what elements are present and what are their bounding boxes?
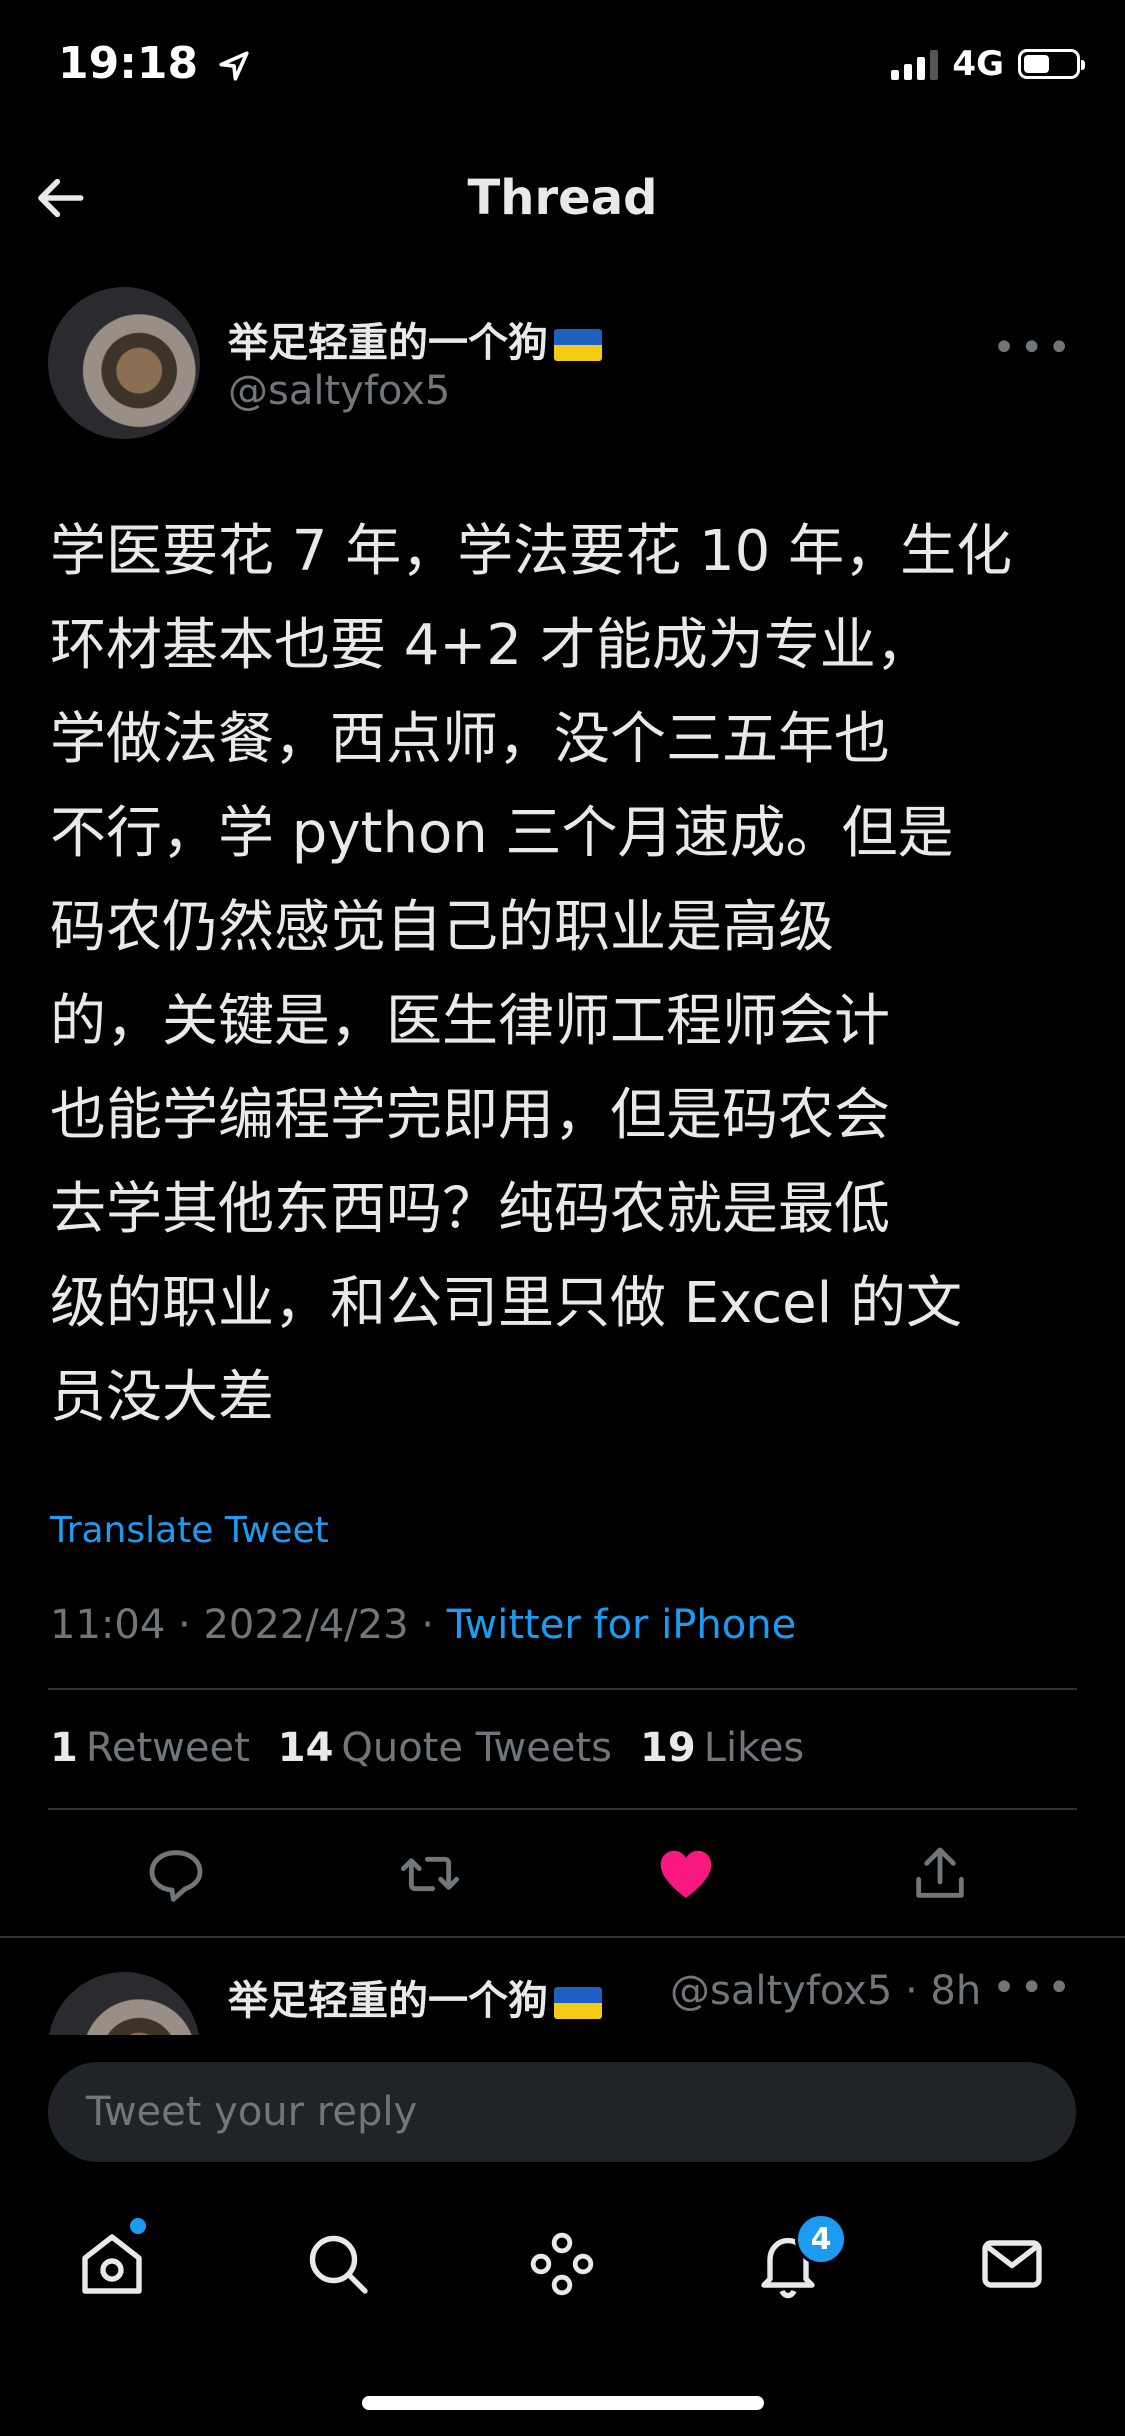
share-icon[interactable] [908,1842,972,1906]
quotes-label: Quote Tweets [341,1725,613,1771]
meta-separator: · [178,1602,204,1648]
translate-tweet-link[interactable]: Translate Tweet [50,1510,329,1551]
likes-count: 19 [640,1725,696,1771]
retweets-count: 1 [50,1725,78,1771]
engagement-stats: 1 Retweet 14 Quote Tweets 19 Likes [50,1725,804,1771]
tweet-source-link[interactable]: Twitter for iPhone [447,1602,797,1648]
home-unread-dot [130,2218,146,2234]
author-display-name[interactable]: 举足轻重的一个狗 [228,310,602,368]
status-time: 19:18 [58,38,251,89]
messages-icon[interactable] [976,2228,1048,2300]
quotes-count: 14 [277,1725,334,1771]
search-icon[interactable] [302,2228,374,2300]
reply-meta: @saltyfox5 · 8h [670,1968,981,2014]
likes-stat[interactable]: 19 Likes [640,1725,804,1771]
author-handle[interactable]: @saltyfox5 [228,368,450,414]
battery-icon [1018,49,1085,79]
author-name-text: 举足轻重的一个狗 [228,320,548,366]
reply-more-icon[interactable]: ••• [992,1965,1075,2011]
location-arrow-icon [219,51,249,81]
reply-author-name[interactable]: 举足轻重的一个狗 [228,1968,602,2026]
retweets-label: Retweet [85,1725,250,1771]
signal-icon [891,48,939,80]
notifications-badge: 4 [795,2213,847,2265]
divider [48,1688,1077,1690]
home-indicator[interactable] [362,2396,764,2410]
tweet-time: 11:04 [50,1602,166,1648]
status-time-text: 19:18 [58,38,199,89]
more-icon[interactable]: ••• [992,325,1075,371]
reply-avatar[interactable] [48,1972,200,2035]
reply-age: 8h [930,1968,982,2014]
home-icon[interactable] [76,2228,148,2300]
divider [48,1808,1077,1810]
likes-label: Likes [703,1725,805,1771]
avatar[interactable] [48,287,200,439]
quotes-stat[interactable]: 14 Quote Tweets [278,1725,612,1771]
reply-input[interactable]: Tweet your reply [48,2062,1076,2162]
tweet-meta: 11:04 · 2022/4/23 · Twitter for iPhone [50,1602,796,1648]
ukraine-flag-icon [554,1987,602,2019]
tweet-date: 2022/4/23 [203,1602,409,1648]
like-icon[interactable] [654,1842,718,1906]
meta-separator: · [421,1602,447,1648]
ukraine-flag-icon [554,329,602,361]
spaces-icon[interactable] [526,2228,598,2300]
meta-separator: · [892,1968,931,2014]
status-indicators: 4G [891,44,1085,84]
reply-handle: @saltyfox5 [670,1968,893,2014]
retweet-icon[interactable] [398,1842,462,1906]
divider [0,1936,1125,1938]
reply-icon[interactable] [144,1842,208,1906]
retweets-stat[interactable]: 1 Retweet [50,1725,250,1771]
network-label: 4G [952,44,1004,84]
reply-author-name-text: 举足轻重的一个狗 [228,1978,548,2024]
page-title: Thread [467,170,658,226]
tweet-text: 学医要花 7 年，学法要花 10 年，生化 环材基本也要 4+2 才能成为专业，… [50,519,1013,1430]
